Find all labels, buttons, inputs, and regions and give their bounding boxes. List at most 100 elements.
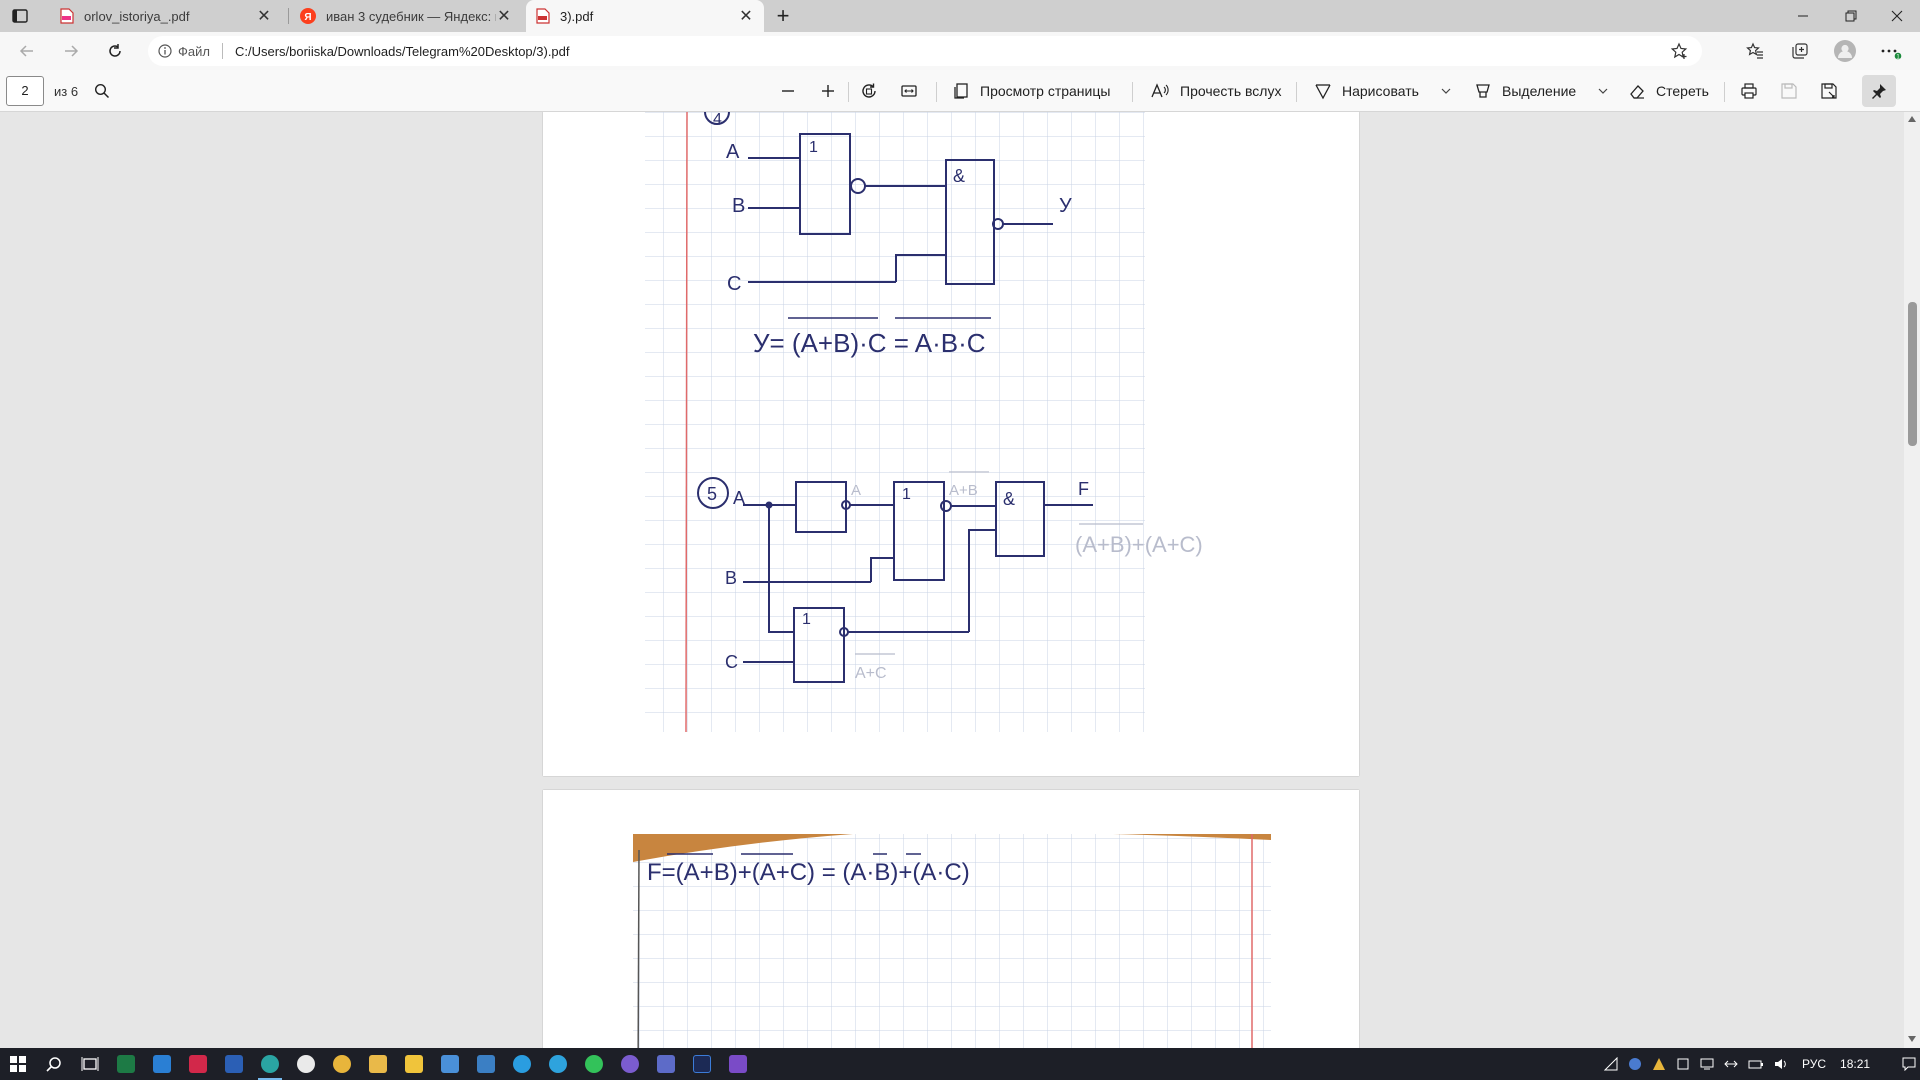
visual-studio-icon[interactable]	[720, 1048, 756, 1080]
display-icon[interactable]	[1700, 1057, 1714, 1071]
camera-icon[interactable]	[432, 1048, 468, 1080]
add-favorite-icon[interactable]	[1670, 42, 1688, 60]
rotate-icon[interactable]	[860, 76, 878, 106]
erase-button[interactable]: Стереть	[1628, 76, 1709, 106]
circuit4-or-gate-label: 1	[809, 139, 818, 156]
zoom-out-icon[interactable]	[780, 76, 796, 106]
chevron-down-icon[interactable]	[1441, 86, 1451, 96]
site-info-label[interactable]: Файл	[178, 44, 210, 59]
page-number-input[interactable]: 2	[6, 76, 44, 106]
print-icon[interactable]	[1740, 76, 1758, 106]
pin-toolbar-icon[interactable]	[1862, 75, 1896, 107]
zoom-in-icon[interactable]	[820, 76, 836, 106]
volume-icon[interactable]	[1774, 1057, 1790, 1071]
word-icon[interactable]	[216, 1048, 252, 1080]
eraser-icon	[1628, 82, 1646, 100]
page-view-button[interactable]: Просмотр страницы	[952, 76, 1110, 106]
settings-more-icon[interactable]: 1	[1876, 36, 1906, 66]
forward-button[interactable]	[56, 36, 86, 66]
input-language[interactable]: РУС	[1802, 1057, 1826, 1071]
close-icon[interactable]: ✕	[496, 6, 512, 26]
edge-icon[interactable]	[252, 1048, 288, 1080]
task-5-number: 5	[707, 484, 717, 504]
whatsapp-icon[interactable]	[576, 1048, 612, 1080]
restore-button[interactable]	[1828, 0, 1874, 32]
notification-warning-icon[interactable]	[1652, 1057, 1666, 1071]
clock-time[interactable]: 18:21	[1840, 1057, 1870, 1071]
highlight-label: Выделение	[1502, 83, 1577, 99]
draw-label: Нарисовать	[1342, 83, 1419, 99]
mail-icon[interactable]	[468, 1048, 504, 1080]
viber-icon[interactable]	[612, 1048, 648, 1080]
fit-to-page-icon[interactable]	[900, 76, 918, 106]
scroll-up-arrow-icon[interactable]	[1908, 116, 1916, 122]
new-tab-button[interactable]: +	[772, 5, 794, 28]
app-icon-red[interactable]	[180, 1048, 216, 1080]
draw-icon	[1314, 82, 1332, 100]
search-icon[interactable]	[94, 76, 110, 106]
favorites-icon[interactable]	[1740, 36, 1770, 66]
minimize-button[interactable]	[1780, 0, 1826, 32]
outlook-icon[interactable]	[144, 1048, 180, 1080]
tab-3-pdf[interactable]: 3).pdf ✕	[526, 0, 764, 32]
photoshop-icon[interactable]	[684, 1048, 720, 1080]
pdf-page-3: F=(A+B)+(A+C) = (A·B)+(A·C)	[543, 790, 1359, 1048]
network-icon[interactable]	[1628, 1057, 1642, 1071]
circuit4-input-b: B	[732, 195, 745, 217]
refresh-button[interactable]	[100, 36, 130, 66]
close-icon[interactable]: ✕	[256, 6, 272, 26]
tab-orlov-istoriya[interactable]: orlov_istoriya_.pdf ✕	[50, 0, 282, 32]
yandex-browser-icon[interactable]	[288, 1048, 324, 1080]
action-center-icon[interactable]	[1902, 1057, 1916, 1071]
circuit5-output-label: F	[1078, 479, 1089, 499]
draw-button[interactable]: Нарисовать	[1314, 76, 1451, 106]
circuit5-and-gate-label: &	[1003, 489, 1015, 509]
profile-avatar[interactable]	[1830, 36, 1860, 66]
wifi-icon[interactable]	[1604, 1057, 1618, 1071]
tab-actions-icon[interactable]	[12, 8, 28, 24]
pdf-viewport[interactable]: 4 A B C 1 & У У= (A+B)·C = A·B·C 5 A B C…	[0, 112, 1904, 1048]
scrollbar-thumb[interactable]	[1908, 302, 1917, 446]
tab-title: orlov_istoriya_.pdf	[84, 8, 190, 24]
circuit4-input-a: A	[726, 141, 740, 163]
system-tray: РУС 18:21	[1604, 1048, 1920, 1080]
skype-icon[interactable]	[504, 1048, 540, 1080]
read-aloud-button[interactable]: Прочесть вслух	[1150, 76, 1281, 106]
pdf-toolbar: 2 из 6 Просмотр страницы Прочесть вслух …	[0, 70, 1920, 112]
chevron-down-icon[interactable]	[1598, 86, 1608, 96]
collections-icon[interactable]	[1785, 36, 1815, 66]
page-view-label: Просмотр страницы	[980, 83, 1111, 99]
circuit5-or-gate-2-label: 1	[802, 611, 811, 628]
back-button[interactable]	[12, 36, 42, 66]
file-explorer-icon[interactable]	[360, 1048, 396, 1080]
toolbar-divider	[936, 82, 937, 102]
search-icon[interactable]	[36, 1048, 72, 1080]
page-count: из 6	[54, 84, 79, 99]
highlight-button[interactable]: Выделение	[1474, 76, 1608, 106]
calculator-icon[interactable]	[648, 1048, 684, 1080]
tab-yandex-search[interactable]: Я иван 3 судебник — Яндекс: нашлось ✕	[290, 0, 522, 32]
close-icon[interactable]: ✕	[738, 6, 754, 26]
save-as-icon[interactable]	[1820, 76, 1838, 106]
store-icon[interactable]	[396, 1048, 432, 1080]
ethernet-icon[interactable]	[1724, 1057, 1738, 1071]
address-bar-row: Файл C:/Users/boriiska/Downloads/Telegra…	[0, 32, 1920, 70]
vertical-scrollbar[interactable]	[1904, 112, 1920, 1048]
notebook-scan-page-2: 4 A B C 1 & У У= (A+B)·C = A·B·C 5 A B C…	[645, 112, 1203, 733]
url-text[interactable]: C:/Users/boriiska/Downloads/Telegram%20D…	[235, 44, 570, 59]
address-field[interactable]: Файл C:/Users/boriiska/Downloads/Telegra…	[148, 36, 1702, 66]
scroll-down-arrow-icon[interactable]	[1908, 1036, 1916, 1042]
pdf-icon	[536, 8, 550, 24]
close-window-button[interactable]	[1874, 0, 1920, 32]
circuit4-output-label: У	[1059, 195, 1072, 217]
task-view-icon[interactable]	[72, 1048, 108, 1080]
telegram-icon[interactable]	[540, 1048, 576, 1080]
windows-start-icon[interactable]	[0, 1048, 36, 1080]
tray-app-icon[interactable]	[1676, 1057, 1690, 1071]
battery-icon[interactable]	[1748, 1057, 1764, 1071]
notebook-scan-page-3: F=(A+B)+(A+C) = (A·B)+(A·C)	[633, 834, 1271, 1048]
excel-icon[interactable]	[108, 1048, 144, 1080]
chrome-icon[interactable]	[324, 1048, 360, 1080]
save-icon[interactable]	[1780, 76, 1798, 106]
info-icon[interactable]	[158, 44, 172, 58]
